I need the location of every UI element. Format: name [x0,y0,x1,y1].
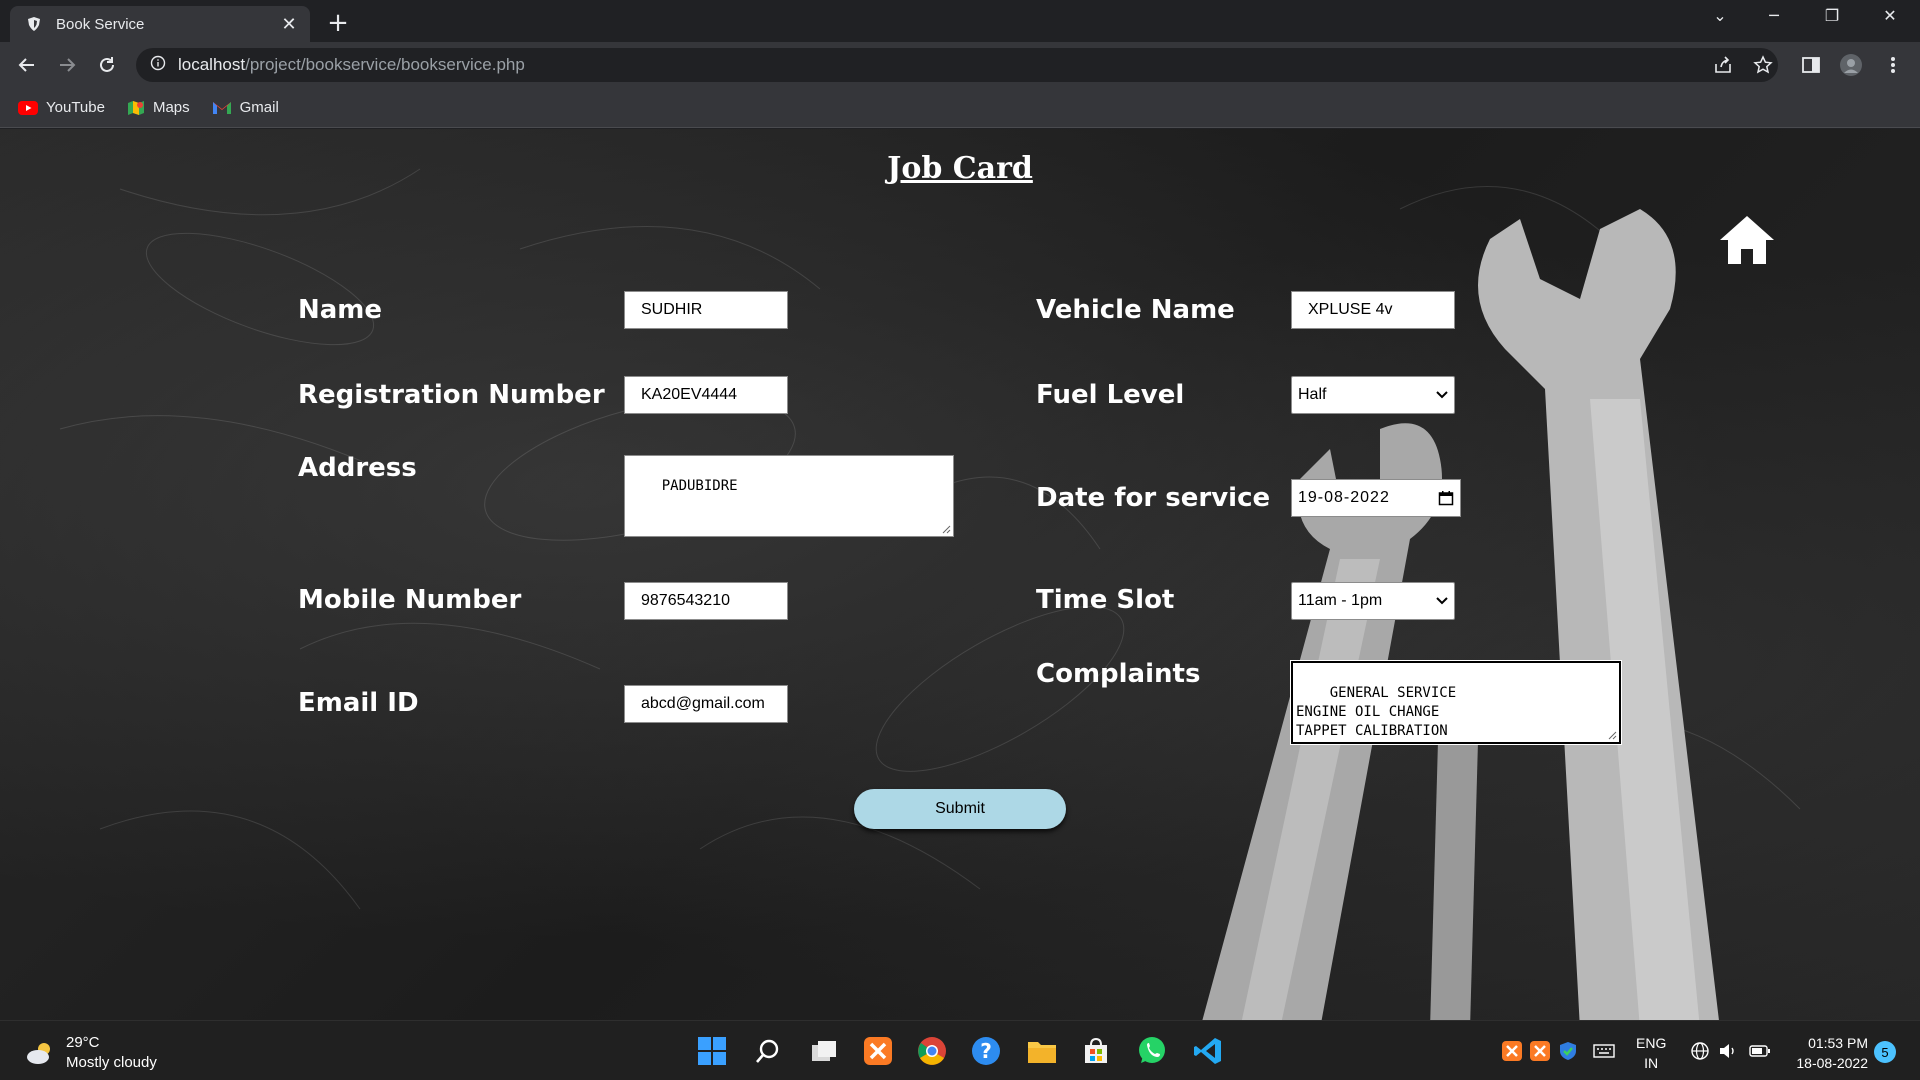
bookmark-gmail[interactable]: Gmail [212,99,279,116]
page-body: Job Card Name SUDHIR Registration Number… [0,129,1920,1020]
registration-number-input[interactable]: KA20EV4444 [624,376,788,414]
url-text: localhost/project/bookservice/bookservic… [178,55,525,74]
forward-icon[interactable] [52,50,82,80]
vscode-icon[interactable] [1190,1033,1226,1069]
complaints-textarea[interactable]: GENERAL SERVICE ENGINE OIL CHANGE TAPPET… [1290,660,1622,745]
vehicle-name-label: Vehicle Name [1036,295,1235,325]
back-icon[interactable] [12,50,42,80]
share-icon[interactable] [1710,52,1736,78]
search-icon[interactable] [750,1033,786,1069]
browser-tab[interactable]: Book Service ✕ [10,6,310,42]
calendar-icon[interactable] [1438,490,1454,506]
new-tab-icon[interactable]: + [324,8,352,38]
bookmark-maps[interactable]: Maps [127,99,190,117]
weather-temperature: 29°C [66,1034,100,1051]
name-input[interactable]: SUDHIR [624,291,788,329]
home-icon[interactable] [1718,213,1776,267]
whatsapp-icon[interactable] [1134,1033,1170,1069]
address-text: PADUBIDRE [661,478,738,494]
windows-taskbar: 29°C Mostly cloudy ? ENG IN 01:53 PM 18-… [0,1020,1920,1080]
weather-widget[interactable]: 29°C Mostly cloudy [24,1033,157,1073]
clock-date: 18-08-2022 [1796,1055,1868,1071]
service-date-input[interactable]: 19-08-2022 [1291,479,1461,517]
cloud-sun-icon [27,1043,50,1064]
defender-icon[interactable] [1556,1039,1580,1063]
side-panel-icon[interactable] [1798,52,1824,78]
tab-search-icon[interactable]: ⌄ [1700,6,1740,25]
tab-strip: Book Service ✕ + ⌄ ─ ❐ ✕ [0,0,1920,42]
microsoft-store-icon[interactable] [1078,1033,1114,1069]
volume-icon[interactable] [1716,1039,1740,1063]
complaints-text: GENERAL SERVICE ENGINE OIL CHANGE TAPPET… [1296,685,1457,739]
profile-avatar-icon[interactable] [1838,52,1864,78]
time-slot-value: 11am - 1pm [1298,592,1383,609]
chevron-down-icon [1436,391,1448,399]
xampp-tray-icon-2[interactable] [1528,1039,1552,1063]
browser-toolbar: localhost/project/bookservice/bookservic… [0,42,1920,88]
close-window-icon[interactable]: ✕ [1870,6,1910,25]
service-date-label: Date for service [1036,483,1271,513]
time-slot-select[interactable]: 11am - 1pm [1291,582,1455,620]
xampp-tray-icon[interactable] [1500,1039,1524,1063]
registration-number-label: Registration Number [298,380,605,410]
xampp-icon[interactable] [860,1033,896,1069]
address-label: Address [298,453,417,483]
address-bar[interactable]: localhost/project/bookservice/bookservic… [136,48,1778,82]
svg-text:?: ? [980,1039,992,1063]
bookmarks-bar: YouTube Maps Gmail [0,88,1920,128]
clock-time: 01:53 PM [1808,1035,1868,1051]
chevron-down-icon [1436,597,1448,605]
fuel-level-value: Half [1298,386,1327,403]
email-label: Email ID [298,688,419,718]
close-tab-icon[interactable]: ✕ [278,14,300,35]
name-label: Name [298,295,383,325]
bookmark-star-icon[interactable] [1750,52,1776,78]
task-view-icon[interactable] [806,1033,842,1069]
windows-start-icon[interactable] [694,1033,730,1069]
reload-icon[interactable] [92,50,122,80]
service-date-value: 19-08-2022 [1298,489,1390,506]
fuel-level-select[interactable]: Half [1291,376,1455,414]
address-textarea[interactable]: PADUBIDRE [624,455,954,537]
page-title: Job Card [887,151,1033,186]
mobile-number-input[interactable]: 9876543210 [624,582,788,620]
resize-grip-icon[interactable] [1607,730,1617,740]
system-clock[interactable]: 01:53 PM 18-08-2022 [1786,1033,1868,1073]
youtube-icon [18,100,38,115]
chrome-icon[interactable] [914,1033,950,1069]
battery-icon[interactable] [1748,1039,1772,1063]
resize-grip-icon[interactable] [941,524,951,534]
keyboard-icon[interactable] [1592,1039,1616,1063]
complaints-label: Complaints [1036,659,1201,689]
fuel-level-label: Fuel Level [1036,380,1185,410]
gmail-icon [212,100,232,115]
language-indicator[interactable]: ENG IN [1636,1033,1666,1073]
shield-favicon-icon [24,14,44,34]
chalkboard-background [59,168,1801,1020]
site-info-icon[interactable] [150,55,166,75]
browser-menu-icon[interactable] [1880,52,1906,78]
submit-button[interactable]: Submit [854,789,1066,829]
wrench-image [1202,209,1719,1020]
bookmark-youtube[interactable]: YouTube [18,99,105,116]
network-icon[interactable] [1688,1039,1712,1063]
minimize-icon[interactable]: ─ [1754,6,1794,25]
restore-icon[interactable]: ❐ [1812,6,1852,25]
email-input[interactable]: abcd@gmail.com [624,685,788,723]
mobile-number-label: Mobile Number [298,585,522,615]
time-slot-label: Time Slot [1036,585,1175,615]
file-explorer-icon[interactable] [1024,1033,1060,1069]
weather-condition: Mostly cloudy [66,1054,157,1071]
maps-icon [127,99,145,117]
help-icon[interactable]: ? [968,1033,1004,1069]
notification-badge[interactable]: 5 [1874,1041,1896,1063]
tab-title: Book Service [56,15,145,33]
vehicle-name-input[interactable]: XPLUSE 4v [1291,291,1455,329]
